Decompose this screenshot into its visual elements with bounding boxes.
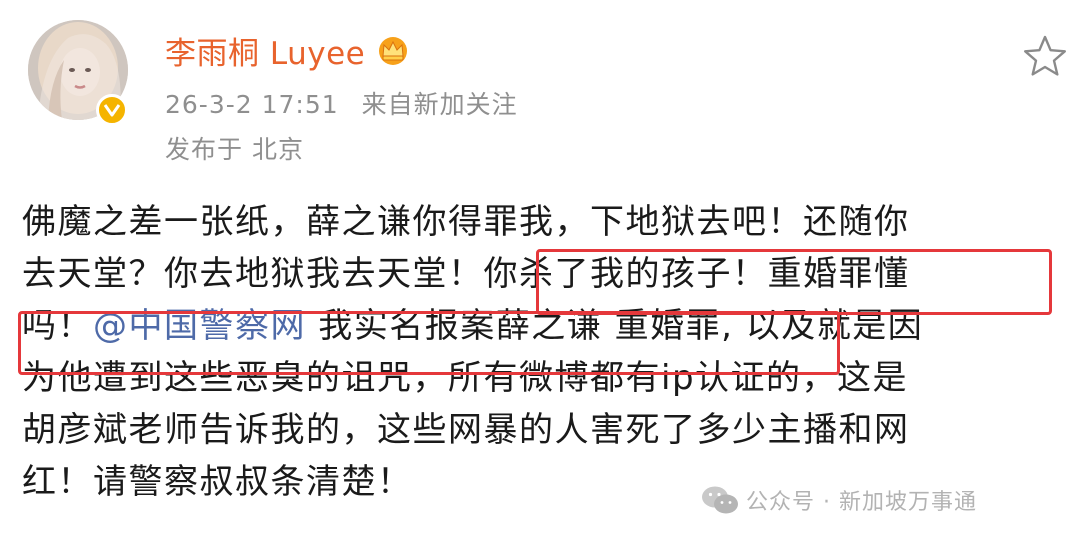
post-line-1: 佛魔之差一张纸，薛之谦你得罪我，下地狱去吧！还随你 [22,202,910,242]
post-line-3: 吗！@中国警察网 我实名报案薛之谦 重婚罪, 以及就是因 [22,306,924,346]
crown-vip-icon [379,37,408,65]
post-source: 来自新加关注 [361,90,518,119]
star-favorite-icon[interactable] [1022,34,1068,78]
watermark-text: 公众号 · 新加坡万事通 [746,490,977,515]
post-location: 发布于 北京 [165,135,304,164]
post-meta: 26-3-2 17:51 来自新加关注 [165,85,518,121]
post-body: 佛魔之差一张纸，薛之谦你得罪我，下地狱去吧！还随你 去天堂？你去地狱我去天堂！你… [22,196,1062,508]
watermark: 公众号 · 新加坡万事通 [700,484,977,516]
verified-badge-icon [96,94,128,126]
username[interactable]: 李雨桐 Luyee [165,28,365,73]
mention-link[interactable]: @中国警察网 [93,306,306,346]
post-timestamp: 26-3-2 17:51 [165,90,339,119]
post-line-2: 去天堂？你去地狱我去天堂！你杀了我的孩子！重婚罪懂 [22,254,910,294]
post-line-5: 胡彦斌老师告诉我的，这些网暴的人害死了多少主播和网 [22,410,910,450]
wechat-icon [702,486,738,514]
user-name-row: 李雨桐 Luyee [165,26,411,74]
post-line-4: 为他遭到这些恶臭的诅咒，所有微博都有ip认证的，这是 [22,358,909,398]
